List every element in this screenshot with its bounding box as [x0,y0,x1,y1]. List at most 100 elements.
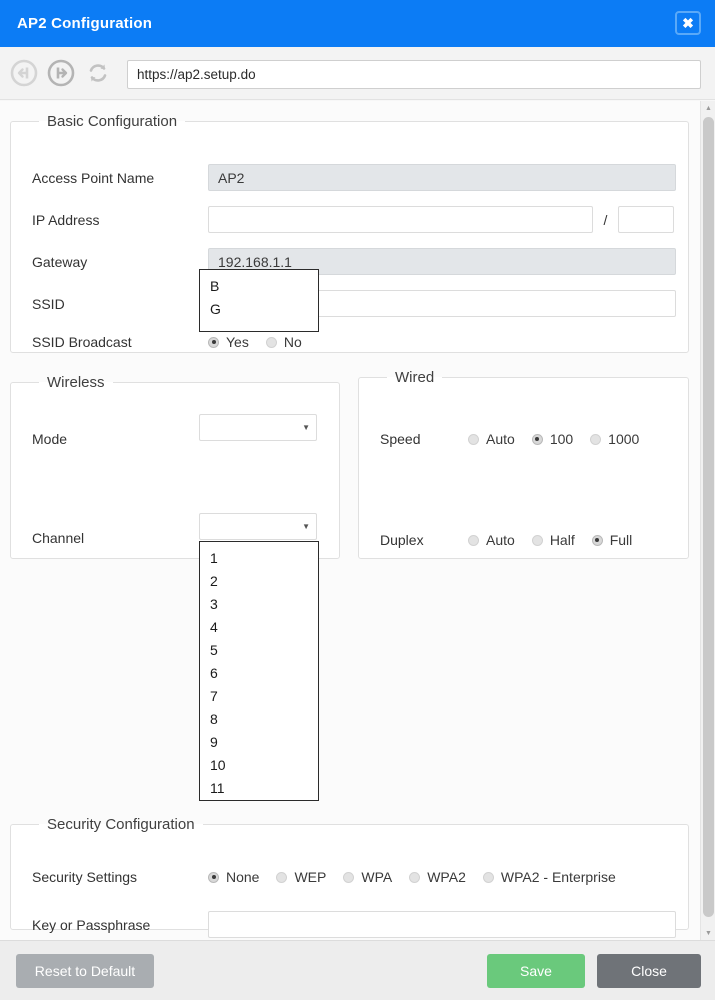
speed-radiogroup: Auto 100 1000 [468,431,656,447]
ssid-broadcast-option-no-label: No [283,334,302,350]
ip-prefix-separator: / [603,211,608,228]
radio-icon [265,336,277,348]
duplex-option-full-label: Full [609,532,633,548]
gateway-row: Gateway 192.168.1.1 [32,248,676,275]
security-option-wpa[interactable]: WPA [343,869,392,885]
speed-option-100-label: 100 [549,431,574,447]
security-settings-radiogroup: None WEP WPA WPA2 WPA2 - Enterprise [208,869,633,885]
security-option-wep[interactable]: WEP [276,869,326,885]
dialog-footer: Reset to Default Save Close [0,940,715,1000]
mode-option-list[interactable]: B G [199,269,319,332]
access-point-name-field[interactable]: AP2 [208,164,676,191]
radio-icon [468,433,479,445]
channel-option-3[interactable]: 3 [200,593,318,616]
gateway-label: Gateway [32,253,88,270]
duplex-row: Duplex Auto Half Full [380,532,649,548]
forward-arrow-icon[interactable] [47,59,75,87]
ip-address-row: IP Address / [32,206,674,233]
chevron-down-icon: ▼ [302,521,310,531]
basic-configuration-section: Basic Configuration Access Point Name AP… [10,113,689,353]
channel-option-8[interactable]: 8 [200,708,318,731]
reload-icon[interactable] [84,59,112,87]
radio-icon [531,534,543,546]
access-point-name-label: Access Point Name [32,169,155,186]
mode-row: Mode [32,431,67,447]
channel-option-2[interactable]: 2 [200,570,318,593]
channel-label: Channel [32,530,85,546]
radio-icon [409,871,421,883]
channel-option-5[interactable]: 5 [200,639,318,662]
basic-configuration-legend: Basic Configuration [47,113,178,130]
ssid-row: SSID [32,290,676,317]
ssid-broadcast-row: SSID Broadcast Yes No [32,334,319,350]
speed-label: Speed [380,431,421,447]
url-text: https://ap2.setup.do [137,67,256,82]
chevron-down-icon: ▼ [302,422,310,432]
speed-option-auto[interactable]: Auto [468,431,515,447]
security-option-none-label: None [226,869,260,885]
mode-option-b[interactable]: B [200,275,318,298]
page-scrollbar[interactable]: ▲ ▼ [700,101,715,940]
radio-icon [468,534,479,546]
duplex-option-auto[interactable]: Auto [468,532,515,548]
speed-option-1000[interactable]: 1000 [590,431,639,447]
ip-address-field[interactable] [208,206,593,233]
speed-option-auto-label: Auto [486,431,515,447]
radio-icon [591,534,603,546]
ssid-broadcast-option-no[interactable]: No [265,334,302,350]
ssid-broadcast-radiogroup: Yes No [208,334,319,350]
mode-select[interactable]: ▼ [199,414,317,441]
channel-option-6[interactable]: 6 [200,662,318,685]
back-arrow-icon[interactable] [10,59,38,87]
security-option-none[interactable]: None [208,869,259,885]
security-settings-label: Security Settings [32,869,138,885]
reset-to-default-button[interactable]: Reset to Default [16,954,154,988]
speed-row: Speed Auto 100 1000 [380,431,656,447]
key-passphrase-field[interactable] [208,911,676,938]
ssid-label: SSID [32,295,65,312]
duplex-option-half-label: Half [549,532,575,548]
mode-option-g[interactable]: G [200,298,318,321]
radio-icon [208,336,219,348]
duplex-option-auto-label: Auto [486,532,515,548]
close-icon[interactable]: ✖ [675,11,701,35]
channel-option-11[interactable]: 11 [200,777,318,800]
key-passphrase-row: Key or Passphrase [32,911,676,938]
security-option-wpa-label: WPA [361,869,393,885]
scroll-up-icon[interactable]: ▲ [701,101,715,115]
speed-option-1000-label: 1000 [608,431,640,447]
channel-option-7[interactable]: 7 [200,685,318,708]
channel-select[interactable]: ▼ [199,513,317,540]
wireless-legend: Wireless [47,374,105,391]
radio-icon [208,871,219,883]
ip-prefix-field[interactable] [618,206,674,233]
ssid-broadcast-label: SSID Broadcast [32,334,132,350]
scroll-down-icon[interactable]: ▼ [701,926,715,940]
page-content: Basic Configuration Access Point Name AP… [0,101,715,940]
access-point-name-row: Access Point Name AP2 [32,164,676,191]
channel-option-4[interactable]: 4 [200,616,318,639]
duplex-option-full[interactable]: Full [591,532,633,548]
channel-option-9[interactable]: 9 [200,731,318,754]
speed-option-100[interactable]: 100 [531,431,574,447]
save-button[interactable]: Save [487,954,585,988]
ssid-broadcast-option-yes-label: Yes [226,334,249,350]
wired-legend: Wired [395,369,435,386]
radio-icon [590,433,602,445]
channel-option-1[interactable]: 1 [200,547,318,570]
scrollbar-thumb[interactable] [703,117,714,917]
radio-icon [276,871,288,883]
wired-section: Wired Speed Auto 100 1000 Duplex Auto Ha… [358,369,689,559]
security-configuration-section: Security Configuration Security Settings… [10,816,689,938]
url-input[interactable]: https://ap2.setup.do [127,60,701,89]
close-button[interactable]: Close [597,954,701,988]
security-option-wpa2[interactable]: WPA2 [409,869,466,885]
security-option-wpa2-enterprise[interactable]: WPA2 - Enterprise [482,869,616,885]
channel-option-list[interactable]: 1 2 3 4 5 6 7 8 9 10 11 [199,541,319,801]
ssid-broadcast-option-yes[interactable]: Yes [208,334,249,350]
security-configuration-legend: Security Configuration [47,816,195,833]
security-settings-row: Security Settings None WEP WPA WPA2 WPA2… [32,869,633,885]
channel-option-10[interactable]: 10 [200,754,318,777]
ap-configuration-window: AP2 Configuration ✖ https://ap2.setup.do… [0,0,715,1000]
duplex-option-half[interactable]: Half [531,532,575,548]
